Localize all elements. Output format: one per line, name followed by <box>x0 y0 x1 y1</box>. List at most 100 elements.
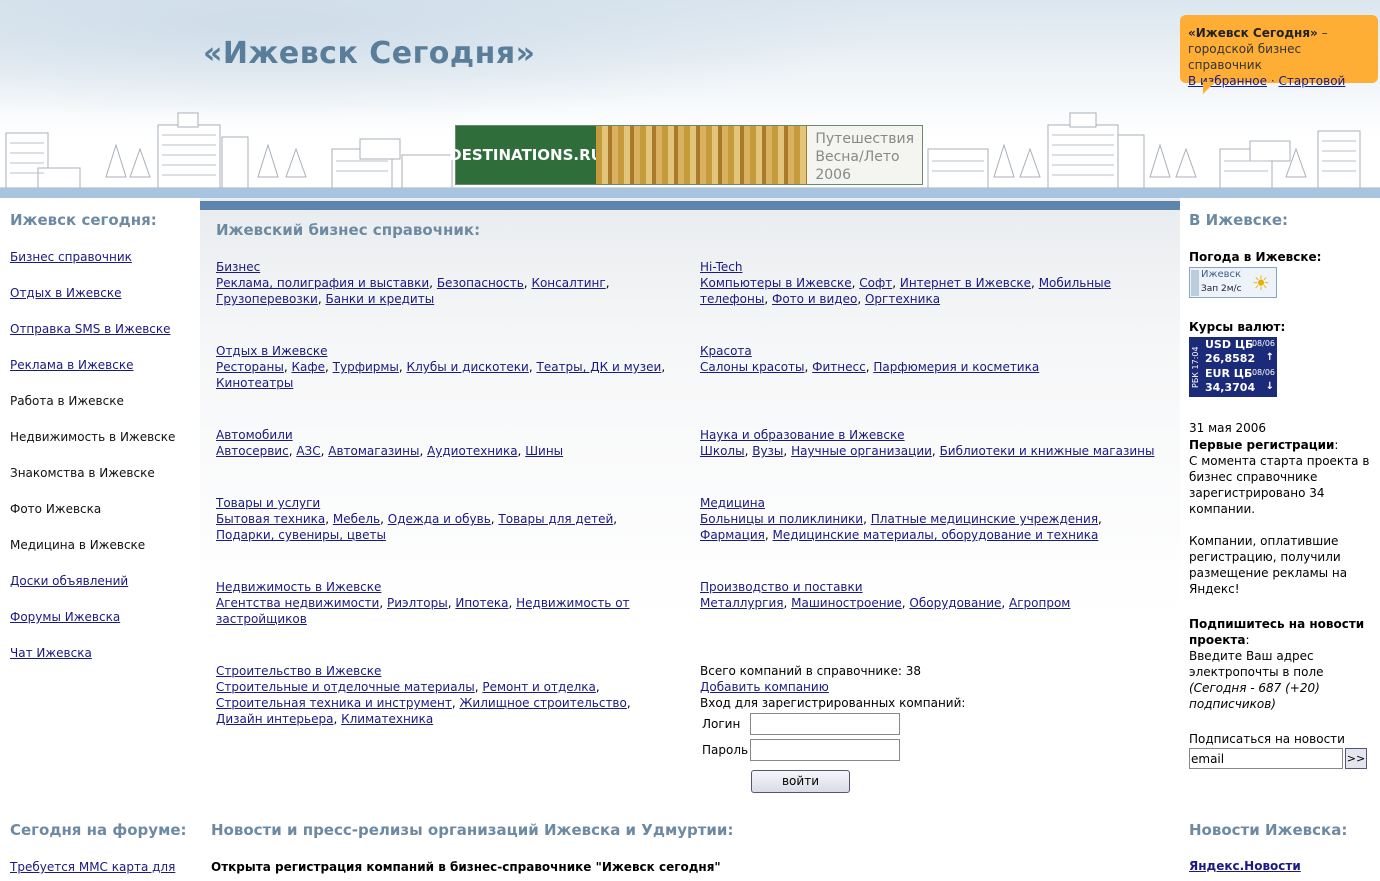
subcategory-link[interactable]: Строительная техника и инструмент <box>216 696 452 710</box>
destinations-banner[interactable]: DESTINATIONS.RU Путешествия Весна/Лето 2… <box>449 125 923 185</box>
subcategory-link[interactable]: Библиотеки и книжные магазины <box>940 444 1155 458</box>
subcategory-link[interactable]: Металлургия <box>700 596 783 610</box>
subcategory-link[interactable]: Реклама, полиграфия и выставки <box>216 276 429 290</box>
subcategory-link[interactable]: Вузы <box>752 444 783 458</box>
category-block: Недвижимость в Ижевске Агентства недвижим… <box>216 579 676 627</box>
subcategory-link[interactable]: Бытовая техника <box>216 512 325 526</box>
subcategory-link[interactable]: Медицинские материалы, оборудование и те… <box>773 528 1099 542</box>
left-nav-link[interactable]: Работа в Ижевске <box>10 394 124 408</box>
subcategory-link[interactable]: Платные медицинские учреждения <box>871 512 1098 526</box>
down-arrow-icon: ↓ <box>1265 381 1274 392</box>
left-nav-item: Знакомства в Ижевске <box>10 465 175 501</box>
subcategory-link[interactable]: Интернет в Ижевске <box>900 276 1031 290</box>
subcategory-link[interactable]: Рестораны <box>216 360 284 374</box>
login-input[interactable] <box>750 713 900 735</box>
subcategory-link[interactable]: Банки и кредиты <box>325 292 434 306</box>
weather-widget[interactable]: Ижевск Зап 2м/с ☀ <box>1189 267 1277 298</box>
subcategory-link[interactable]: Машиностроение <box>791 596 902 610</box>
left-sidebar-title: Ижевск сегодня: <box>10 211 157 229</box>
subcategory-link[interactable]: Дизайн интерьера <box>216 712 333 726</box>
left-nav-link[interactable]: Фото Ижевска <box>10 502 101 516</box>
currency-widget[interactable]: РБК 17:04 USD ЦБ 08/06 26,8582 ↑ EUR ЦБ … <box>1189 337 1277 397</box>
category-block: Наука и образование в Ижевске Школы, Вузы… <box>700 427 1160 459</box>
left-nav-link[interactable]: Знакомства в Ижевске <box>10 466 155 480</box>
yandex-news-link[interactable]: Яндекс.Новости <box>1189 859 1301 873</box>
izhevsk-news-title: Новости Ижевска: <box>1189 821 1348 839</box>
subcategory-link[interactable]: Салоны красоты <box>700 360 805 374</box>
subcategory-link[interactable]: Фармация <box>700 528 765 542</box>
left-nav-link[interactable]: Доски объявлений <box>10 574 128 588</box>
subcategory-link[interactable]: Риэлторы <box>387 596 448 610</box>
left-nav-link[interactable]: Реклама в Ижевске <box>10 358 133 372</box>
subcategory-link[interactable]: Климатехника <box>341 712 433 726</box>
category-heading-link[interactable]: Производство и поставки <box>700 579 1160 595</box>
subcategory-link[interactable]: Школы <box>700 444 745 458</box>
subcategory-link[interactable]: Автосервис <box>216 444 289 458</box>
category-heading-link[interactable]: Hi-Tech <box>700 259 1160 275</box>
subcategory-link[interactable]: Театры, ДК и музеи <box>536 360 661 374</box>
subcategory-link[interactable]: Шины <box>525 444 563 458</box>
set-start-page-link[interactable]: Стартовой <box>1278 74 1345 88</box>
weather-wind: Зап 2м/с <box>1201 284 1242 294</box>
usd-value: 26,8582 <box>1205 352 1256 365</box>
subcategory-link[interactable]: Жилищное строительство <box>460 696 627 710</box>
subcategory-link[interactable]: Кинотеатры <box>216 376 293 390</box>
subcategory-link[interactable]: Софт <box>859 276 892 290</box>
category-heading-link[interactable]: Отдых в Ижевске <box>216 343 676 359</box>
subcategory-link[interactable]: Ремонт и отделка <box>482 680 596 694</box>
subcategory-link[interactable]: АЗС <box>296 444 320 458</box>
add-to-favorites-link[interactable]: В избранное <box>1188 74 1267 88</box>
subcategory-link[interactable]: Кафе <box>291 360 325 374</box>
subcategory-link[interactable]: Грузоперевозки <box>216 292 318 306</box>
left-nav-link[interactable]: Чат Ижевска <box>10 646 92 660</box>
left-nav-item: Фото Ижевска <box>10 501 175 537</box>
category-heading-link[interactable]: Красота <box>700 343 1160 359</box>
subcategory-link[interactable]: Консалтинг <box>531 276 605 290</box>
subcategory-link[interactable]: Компьютеры в Ижевске <box>700 276 852 290</box>
category-heading-link[interactable]: Бизнес <box>216 259 676 275</box>
left-nav-link[interactable]: Отдых в Ижевске <box>10 286 121 300</box>
category-heading-link[interactable]: Медицина <box>700 495 1160 511</box>
left-nav-link[interactable]: Форумы Ижевска <box>10 610 120 624</box>
subcategory-link[interactable]: Оборудование <box>909 596 1001 610</box>
subcategory-link[interactable]: Автомагазины <box>328 444 419 458</box>
subcategory-link[interactable]: Подарки, сувениры, цветы <box>216 528 386 542</box>
email-input[interactable] <box>1189 748 1343 769</box>
forum-topic-link[interactable]: Требуется ММС карта для <box>10 859 185 875</box>
category-heading-link[interactable]: Автомобили <box>216 427 676 443</box>
subcategory-link[interactable]: Больницы и поликлиники <box>700 512 863 526</box>
subcategory-link[interactable]: Безопасность <box>437 276 524 290</box>
subcategory-link[interactable]: Оргтехника <box>865 292 940 306</box>
subcategory-link[interactable]: Аудиотехника <box>427 444 517 458</box>
subcategory-link[interactable]: Фото и видео <box>772 292 857 306</box>
subcategory-link[interactable]: Парфюмерия и косметика <box>873 360 1039 374</box>
password-input[interactable] <box>750 739 900 761</box>
left-nav-link[interactable]: Недвижимость в Ижевске <box>10 430 175 444</box>
subcategory-link[interactable]: Ипотека <box>455 596 508 610</box>
left-nav-link[interactable]: Отправка SMS в Ижевске <box>10 322 171 336</box>
left-nav-link[interactable]: Медицина в Ижевске <box>10 538 145 552</box>
banner-art <box>596 126 808 184</box>
subcategory-link[interactable]: Научные организации <box>791 444 932 458</box>
category-heading-link[interactable]: Недвижимость в Ижевске <box>216 579 676 595</box>
subcategory-link[interactable]: Клубы и дискотеки <box>407 360 529 374</box>
subcategory-link[interactable]: Строительные и отделочные материалы <box>216 680 475 694</box>
subcategory-list: Компьютеры в Ижевске, Софт, Интернет в И… <box>700 276 1112 306</box>
subcategory-link[interactable]: Агропром <box>1009 596 1070 610</box>
category-heading-link[interactable]: Строительство в Ижевске <box>216 663 676 679</box>
category-heading-link[interactable]: Товары и услуги <box>216 495 676 511</box>
category-heading-link[interactable]: Наука и образование в Ижевске <box>700 427 1160 443</box>
subcategory-link[interactable]: Мебель <box>333 512 380 526</box>
subcategory-link[interactable]: Агентства недвижимости <box>216 596 379 610</box>
subcategory-link[interactable]: Товары для детей <box>498 512 613 526</box>
add-company-link[interactable]: Добавить компанию <box>700 680 829 694</box>
subcategory-link[interactable]: Одежда и обувь <box>388 512 491 526</box>
left-nav-link[interactable]: Бизнес справочник <box>10 250 132 264</box>
login-button[interactable]: войти <box>751 770 850 793</box>
business-directory: Ижевский бизнес справочник: Бизнес Реклам… <box>200 198 1180 798</box>
subscribe-label: Подписаться на новости <box>1189 732 1345 746</box>
company-login: Всего компаний в справочнике: 38 Добавит… <box>700 663 1160 793</box>
subcategory-link[interactable]: Фитнесс <box>812 360 866 374</box>
subscribe-button[interactable]: >> <box>1345 748 1367 769</box>
subcategory-link[interactable]: Турфирмы <box>333 360 399 374</box>
